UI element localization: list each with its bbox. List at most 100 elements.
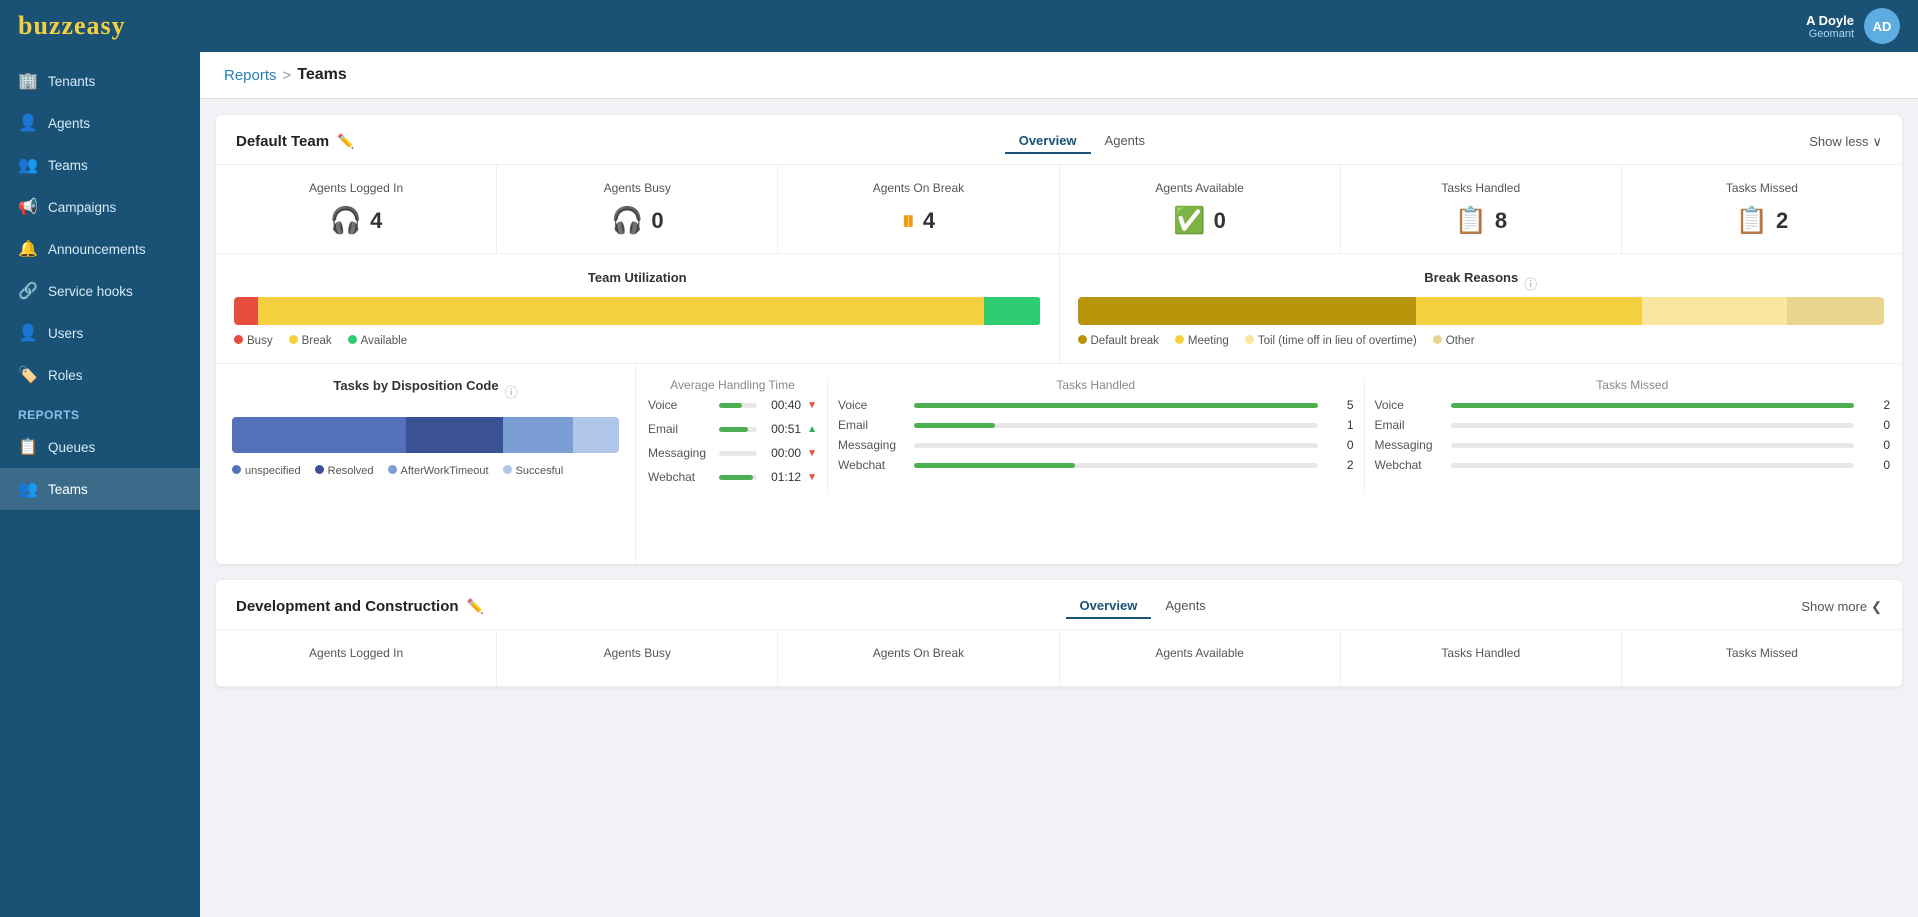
stat-busy-label: Agents Busy (507, 181, 767, 195)
team2-stat-break: Agents On Break (778, 630, 1059, 686)
avg-webchat-arrow: ▼ (807, 472, 817, 483)
avg-handling-time: Average Handling Time Voice 00:40 ▼ Emai… (648, 378, 828, 494)
sidebar-item-roles[interactable]: 🏷️ Roles (0, 354, 200, 396)
team2-stat-available-label: Agents Available (1070, 646, 1330, 660)
stat-missed-value: 2 (1776, 208, 1788, 234)
breadcrumb-separator: > (283, 67, 292, 84)
stat-break: Agents On Break ⏸ 4 (778, 165, 1059, 253)
disposition-legend: unspecified Resolved AfterWorkTimeout Su… (232, 465, 619, 477)
sidebar-item-users[interactable]: 👤 Users (0, 312, 200, 354)
team2-stat-missed-label: Tasks Missed (1632, 646, 1892, 660)
tenants-icon: 🏢 (18, 71, 38, 91)
handled-voice-row: Voice 5 (838, 398, 1354, 412)
stat-busy-value: 0 (651, 208, 663, 234)
team1-name: Default Team ✏️ (236, 133, 355, 150)
sidebar-item-queues[interactable]: 📋 Queues (0, 426, 200, 468)
team1-stats-row: Agents Logged In 🎧 4 Agents Busy 🎧 0 (216, 165, 1902, 254)
team1-disposition: Tasks by Disposition Code ⓘ (216, 364, 636, 564)
tasks-handled-table: Tasks Handled Voice 5 Email 1 (838, 378, 1365, 494)
break-reasons-title: Break Reasons (1424, 270, 1518, 285)
default-break-legend: Default break (1078, 335, 1159, 347)
stat-missed-label: Tasks Missed (1632, 181, 1892, 195)
team2-tab-agents[interactable]: Agents (1151, 594, 1219, 619)
breadcrumb-current: Teams (297, 66, 347, 84)
utilization-title: Team Utilization (234, 270, 1041, 285)
team2-stat-break-label: Agents On Break (788, 646, 1048, 660)
sidebar-item-service-hooks[interactable]: 🔗 Service hooks (0, 270, 200, 312)
team2-tabs: Overview Agents (1066, 594, 1220, 619)
tasks-missed-title: Tasks Missed (1375, 378, 1891, 392)
team2-stat-logged-in-label: Agents Logged In (226, 646, 486, 660)
media-tables: Average Handling Time Voice 00:40 ▼ Emai… (648, 378, 1890, 494)
team1-header: Default Team ✏️ Overview Agents Show les… (216, 115, 1902, 165)
team1-utilization: Team Utilization Busy Break Available (216, 254, 1060, 363)
avatar: AD (1864, 8, 1900, 44)
break-toil-segment (1642, 297, 1787, 325)
team1-tab-agents[interactable]: Agents (1091, 129, 1159, 154)
util-break-segment (258, 297, 984, 325)
handled-webchat-row: Webchat 2 (838, 458, 1354, 472)
sidebar-item-teams-report[interactable]: 👥 Teams (0, 468, 200, 510)
service-hooks-icon: 🔗 (18, 281, 38, 301)
missed-email-row: Email 0 (1375, 418, 1891, 432)
stat-available: Agents Available ✅ 0 (1060, 165, 1341, 253)
stat-missed: Tasks Missed 📋 2 (1622, 165, 1902, 253)
handled-email-row: Email 1 (838, 418, 1354, 432)
tasks-missed-table: Tasks Missed Voice 2 Email 0 (1375, 378, 1891, 494)
avg-email-arrow: ▲ (807, 424, 817, 435)
teams-report-icon: 👥 (18, 479, 38, 499)
missed-webchat-row: Webchat 0 (1375, 458, 1891, 472)
avg-row-email: Email 00:51 ▲ (648, 422, 817, 436)
dispo-unspecified-segment (232, 417, 406, 453)
sidebar: 🏢 Tenants 👤 Agents 👥 Teams 📢 Campaigns 🔔… (0, 52, 200, 917)
team1-edit-icon[interactable]: ✏️ (337, 133, 354, 150)
stat-handled: Tasks Handled 📋 8 (1341, 165, 1622, 253)
handled-icon: 📋 (1454, 205, 1486, 236)
disposition-info-icon[interactable]: ⓘ (505, 382, 518, 401)
sidebar-item-tenants[interactable]: 🏢 Tenants (0, 60, 200, 102)
disposition-title: Tasks by Disposition Code (333, 378, 498, 393)
teams-icon: 👥 (18, 155, 38, 175)
break-icon: ⏸ (902, 205, 915, 237)
team1-bottom-charts: Tasks by Disposition Code ⓘ (216, 364, 1902, 564)
sidebar-item-announcements[interactable]: 🔔 Announcements (0, 228, 200, 270)
team2-stat-missed: Tasks Missed (1622, 630, 1902, 686)
avg-voice-time: 00:40 (763, 398, 801, 412)
afterwork-legend: AfterWorkTimeout (388, 465, 489, 477)
avg-messaging-arrow: ▼ (807, 448, 817, 459)
stat-available-label: Agents Available (1070, 181, 1330, 195)
util-available-segment (984, 297, 1040, 325)
chevron-down-icon: ∨ (1872, 134, 1882, 150)
util-busy-segment (234, 297, 258, 325)
sidebar-item-campaigns[interactable]: 📢 Campaigns (0, 186, 200, 228)
agents-icon: 👤 (18, 113, 38, 133)
topbar: buzzeasy A Doyle Geomant AD (0, 0, 1918, 52)
missed-voice-row: Voice 2 (1375, 398, 1891, 412)
break-legend: Break (289, 335, 332, 347)
team1-media: Average Handling Time Voice 00:40 ▼ Emai… (636, 364, 1902, 564)
break-reasons-info-icon[interactable]: ⓘ (1524, 274, 1537, 293)
team2-toggle[interactable]: Show more ❮ (1801, 599, 1882, 615)
team1-toggle[interactable]: Show less ∨ (1809, 134, 1882, 150)
sidebar-item-teams[interactable]: 👥 Teams (0, 144, 200, 186)
break-reasons-legend: Default break Meeting Toil (time off in … (1078, 335, 1885, 347)
sidebar-item-agents[interactable]: 👤 Agents (0, 102, 200, 144)
team2-edit-icon[interactable]: ✏️ (467, 598, 484, 615)
announcements-icon: 🔔 (18, 239, 38, 259)
successful-legend: Succesful (503, 465, 564, 477)
avg-webchat-label: Webchat (648, 470, 713, 484)
missed-messaging-row: Messaging 0 (1375, 438, 1891, 452)
break-meeting-segment (1416, 297, 1642, 325)
team2-stats-row: Agents Logged In Agents Busy Agents On B… (216, 630, 1902, 687)
team1-break-reasons: Break Reasons ⓘ Default break Meeting (1060, 254, 1903, 363)
team2-stat-busy-label: Agents Busy (507, 646, 767, 660)
team1-tab-overview[interactable]: Overview (1005, 129, 1091, 154)
team2-tab-overview[interactable]: Overview (1066, 594, 1152, 619)
utilization-bar (234, 297, 1041, 325)
break-default-segment (1078, 297, 1417, 325)
team1-tabs: Overview Agents (1005, 129, 1159, 154)
breadcrumb-parent[interactable]: Reports (224, 67, 277, 84)
team1-charts-row: Team Utilization Busy Break Available (216, 254, 1902, 364)
busy-legend: Busy (234, 335, 273, 347)
available-legend: Available (348, 335, 407, 347)
